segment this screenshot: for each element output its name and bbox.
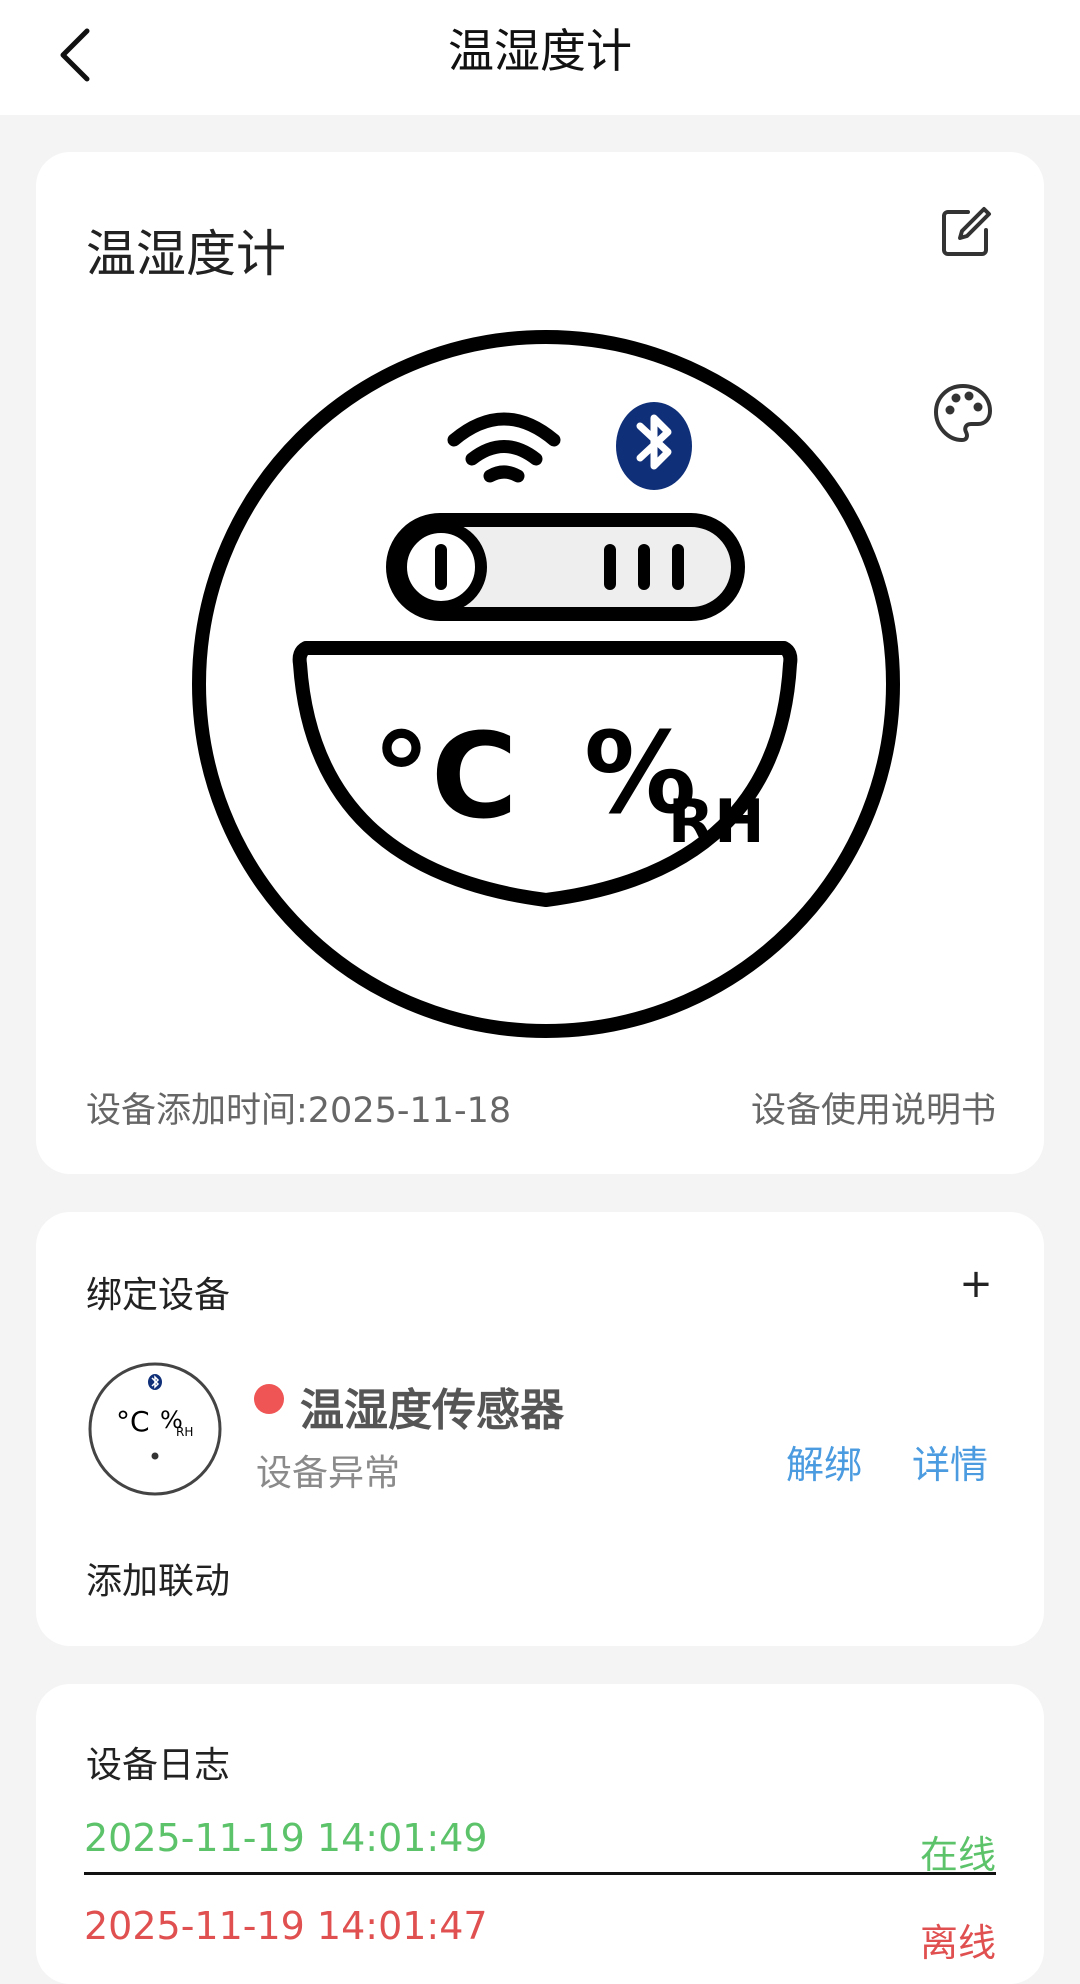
- log-divider: [84, 1872, 996, 1875]
- device-status-dot: [254, 1384, 284, 1414]
- unbind-button[interactable]: 解绑: [786, 1434, 862, 1489]
- bluetooth-icon: [148, 1374, 162, 1390]
- page-title: 温湿度计: [448, 24, 632, 78]
- device-log-card: 设备日志 2025-11-19 14:01:49 在线 2025-11-19 1…: [36, 1684, 1044, 1984]
- device-manual-link[interactable]: 设备使用说明书: [751, 1082, 996, 1133]
- log-entry-status: 在线: [919, 1833, 996, 1877]
- log-entry-status: 离线: [919, 1921, 996, 1965]
- humidity-suffix-label: RH: [668, 787, 764, 857]
- device-added-time: 设备添加时间:2025-11-18: [86, 1091, 512, 1131]
- device-illustration: °C % RH: [192, 330, 900, 1038]
- log-entry-time: 2025-11-19 14:01:47: [84, 1904, 488, 1948]
- edit-button[interactable]: [938, 204, 994, 260]
- bound-device-thumbnail: °C % RH: [88, 1362, 222, 1496]
- bind-devices-card: 绑定设备 + °C % RH 温湿度传感器 设备异常 解绑 详情 添加联动: [36, 1212, 1044, 1646]
- device-title: 温湿度计: [86, 225, 286, 283]
- add-linkage-button[interactable]: 添加联动: [86, 1552, 230, 1604]
- theme-palette-button[interactable]: [932, 382, 994, 444]
- temp-unit-label: °C: [372, 707, 518, 845]
- bind-devices-title: 绑定设备: [86, 1275, 231, 1316]
- bound-device-status: 设备异常: [256, 1453, 401, 1494]
- bluetooth-icon: [616, 402, 692, 490]
- add-bind-button[interactable]: +: [956, 1264, 996, 1304]
- edit-icon: [942, 207, 991, 256]
- device-log-title: 设备日志: [86, 1745, 231, 1786]
- bound-device-name: 温湿度传感器: [300, 1385, 564, 1436]
- thumb-temp-unit: °C: [116, 1405, 150, 1438]
- palette-icon: [933, 383, 993, 443]
- device-card: 温湿度计 °C % RH 设备添加时间:2025-11-18 设备使用说明书: [36, 152, 1044, 1174]
- details-button[interactable]: 详情: [912, 1434, 988, 1489]
- top-bar: 温湿度计: [0, 0, 1080, 115]
- log-entry-time: 2025-11-19 14:01:49: [84, 1816, 488, 1860]
- thumb-humidity-suffix: RH: [176, 1425, 193, 1439]
